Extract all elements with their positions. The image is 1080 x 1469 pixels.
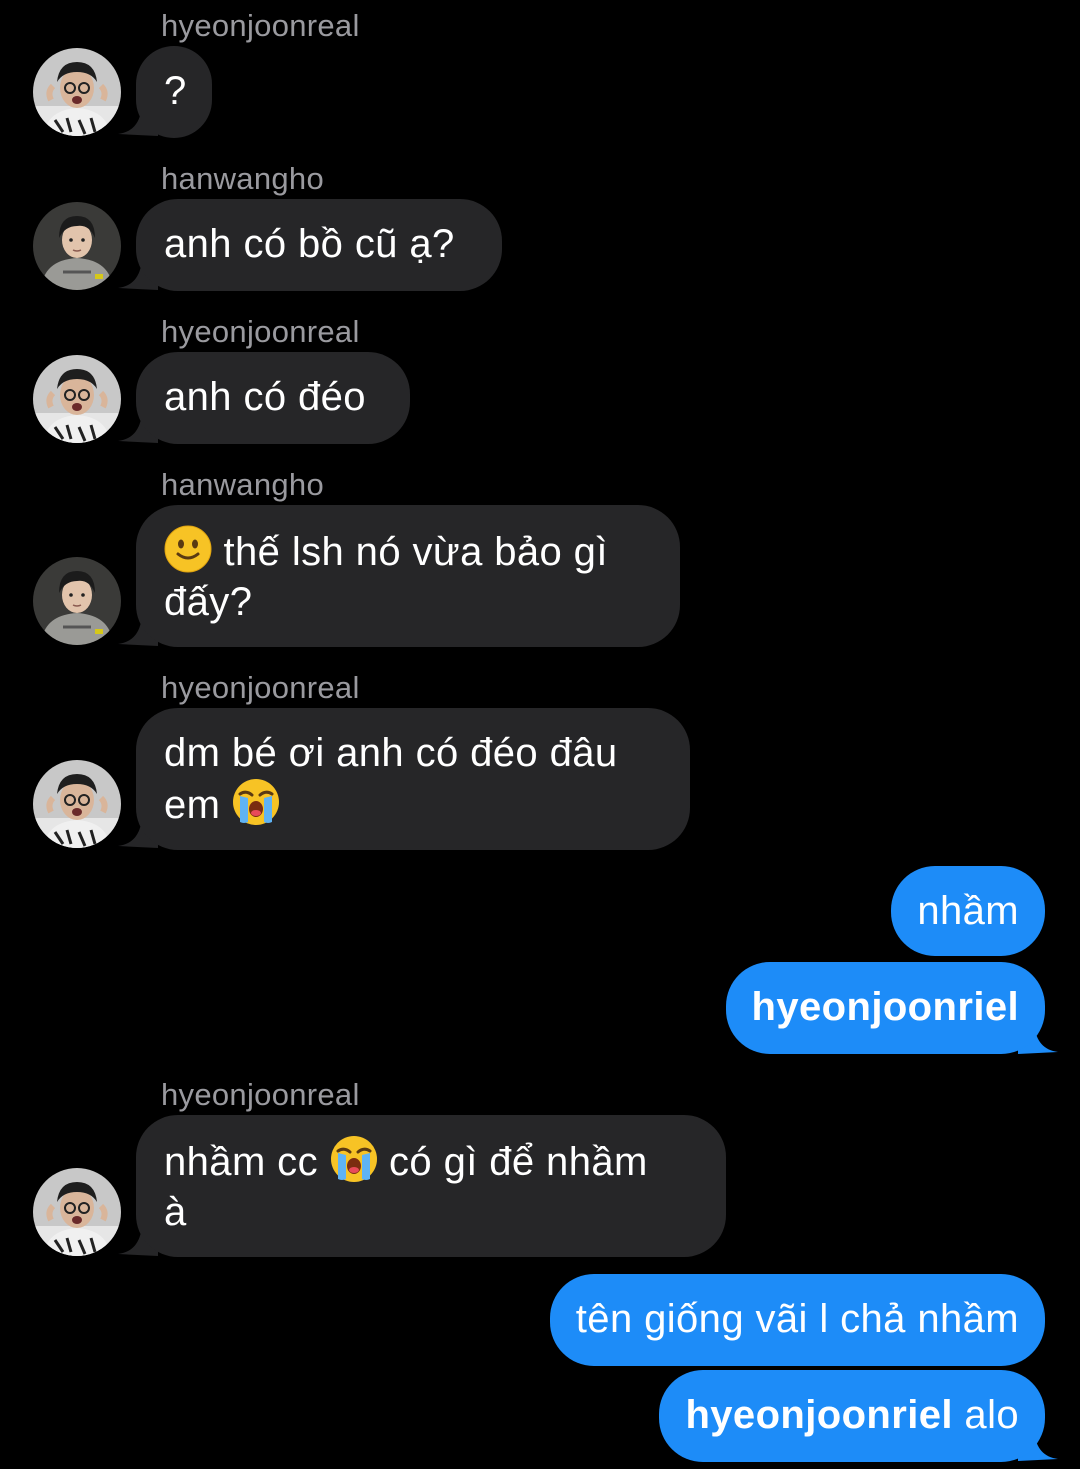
avatar[interactable] — [33, 760, 121, 848]
message-bubble[interactable]: ? — [136, 46, 212, 138]
sender-name: hyeonjoonreal — [161, 314, 360, 349]
outgoing-message-bubble[interactable]: tên giống vãi l chả nhầm — [549, 1274, 1045, 1366]
slightly-smiling-face-icon — [164, 525, 212, 573]
message-bubble[interactable]: dm bé ơi anh có đéo đâu em — [136, 708, 690, 850]
avatar[interactable] — [33, 202, 121, 290]
message-text: tên giống vãi l chả nhầm — [575, 1297, 1019, 1341]
chat-thread[interactable]: hyeonjoonreal ? hanwangho anh có bồ cũ ạ… — [0, 0, 1080, 1469]
message-text: anh có đéo — [164, 375, 366, 419]
outgoing-message-bubble[interactable]: hyeonjoonriel alo — [659, 1370, 1045, 1462]
avatar[interactable] — [33, 1168, 121, 1256]
sender-name: hyeonjoonreal — [161, 1077, 360, 1112]
message-text: ? — [164, 69, 187, 113]
loudly-crying-face-icon — [232, 779, 279, 825]
message-text: anh có bồ cũ ạ? — [164, 222, 455, 266]
message-text: à — [164, 1190, 187, 1234]
message-text: đấy? — [164, 580, 253, 624]
avatar[interactable] — [33, 48, 121, 136]
message-bubble[interactable]: anh có bồ cũ ạ? — [136, 199, 502, 291]
message-text: có gì để nhầm — [389, 1140, 648, 1184]
message-text: alo — [952, 1393, 1019, 1437]
message-bubble[interactable]: nhầm cc có gì để nhầm à — [136, 1115, 726, 1257]
sender-name: hyeonjoonreal — [161, 670, 360, 705]
message-text: nhầm — [917, 889, 1019, 933]
message-text: dm bé ơi anh có đéo đâu — [164, 731, 618, 775]
message-bubble[interactable]: thế lsh nó vừa bảo gì đấy? — [136, 505, 680, 647]
message-text-bold: hyeonjoonriel — [685, 1393, 953, 1437]
message-text: nhầm cc — [164, 1140, 318, 1184]
sender-name: hanwangho — [161, 467, 325, 502]
avatar[interactable] — [33, 355, 121, 443]
sender-name: hyeonjoonreal — [161, 8, 360, 43]
message-text: hyeonjoonriel — [751, 985, 1019, 1029]
outgoing-message-bubble[interactable]: hyeonjoonriel — [725, 962, 1045, 1054]
message-bubble[interactable]: anh có đéo — [136, 352, 410, 444]
outgoing-message-bubble[interactable]: nhầm — [891, 866, 1045, 956]
loudly-crying-face-icon — [330, 1136, 377, 1182]
message-text: em — [164, 783, 221, 827]
sender-name: hanwangho — [161, 161, 325, 196]
message-text: thế lsh nó vừa bảo gì — [223, 530, 608, 574]
avatar[interactable] — [33, 557, 121, 645]
